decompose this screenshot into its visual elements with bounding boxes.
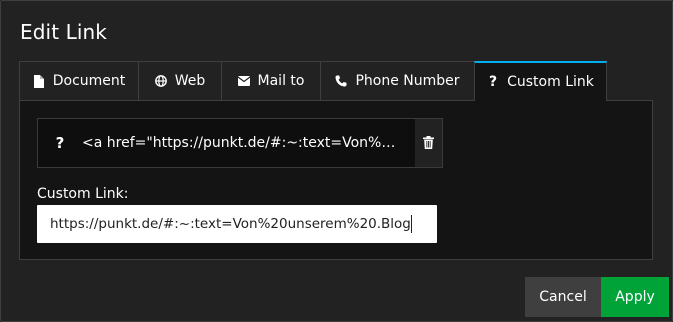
question-icon: ? [489, 74, 498, 90]
globe-icon [154, 74, 167, 88]
link-preview-content[interactable]: ? <a href="https://punkt.de/#:~:text=Von… [38, 119, 415, 167]
tab-web[interactable]: Web [138, 61, 222, 100]
custom-link-input[interactable]: https://punkt.de/#:~:text=Von%20unserem%… [37, 205, 437, 243]
edit-link-dialog: Edit Link Document Web Mail to Phone Num… [0, 0, 673, 322]
tab-mail-to[interactable]: Mail to [221, 61, 321, 100]
text-cursor [410, 215, 412, 233]
tab-custom-link[interactable]: ? Custom Link [474, 61, 607, 101]
tab-bar: Document Web Mail to Phone Number ? Cust… [19, 61, 607, 101]
tab-phone-number[interactable]: Phone Number [320, 61, 475, 100]
link-preview-text: <a href="https://punkt.de/#:~:text=Von%2… [82, 135, 402, 151]
tab-phone-number-label: Phone Number [355, 73, 460, 89]
trash-icon [422, 134, 434, 153]
question-icon: ? [55, 134, 65, 152]
tab-mail-to-label: Mail to [257, 73, 305, 89]
phone-icon [335, 74, 347, 88]
cancel-button[interactable]: Cancel [525, 277, 601, 317]
custom-link-value: https://punkt.de/#:~:text=Von%20unserem%… [50, 216, 411, 232]
file-icon [33, 74, 45, 88]
apply-button[interactable]: Apply [601, 277, 669, 317]
tab-document-label: Document [52, 73, 126, 89]
delete-link-button[interactable] [414, 119, 442, 167]
tab-web-label: Web [174, 73, 206, 89]
tab-document[interactable]: Document [19, 61, 139, 100]
envelope-icon [237, 74, 250, 88]
tab-custom-link-label: Custom Link [507, 74, 594, 90]
link-preview: ? <a href="https://punkt.de/#:~:text=Von… [37, 118, 443, 168]
dialog-title: Edit Link [20, 20, 107, 44]
tab-panel-custom-link: ? <a href="https://punkt.de/#:~:text=Von… [19, 100, 653, 260]
custom-link-label: Custom Link: [37, 186, 129, 202]
